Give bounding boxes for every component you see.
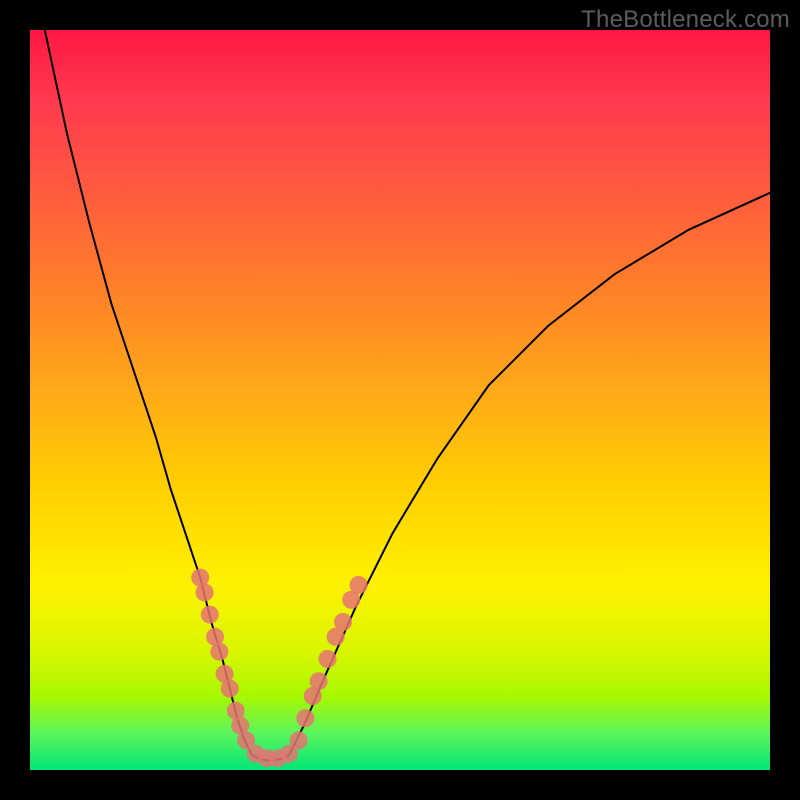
data-marker [350, 576, 368, 594]
data-marker [310, 672, 328, 690]
data-marker [334, 613, 352, 631]
chart-overlay [30, 30, 770, 770]
data-marker [221, 680, 239, 698]
watermark-text: TheBottleneck.com [581, 6, 790, 34]
data-marker [296, 709, 314, 727]
chart-frame: TheBottleneck.com [0, 0, 800, 800]
data-marker [319, 650, 337, 668]
marker-group [191, 569, 367, 768]
data-marker [201, 606, 219, 624]
plot-area [30, 30, 770, 770]
curve-right-arm [289, 193, 770, 755]
data-marker [196, 583, 214, 601]
data-marker [290, 731, 308, 749]
data-marker [210, 643, 228, 661]
